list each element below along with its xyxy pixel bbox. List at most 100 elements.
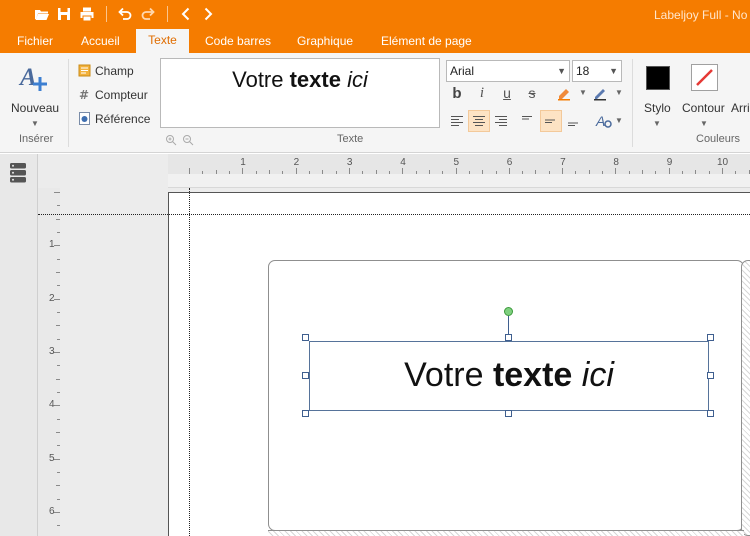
back-icon[interactable] — [176, 4, 196, 24]
rotation-handle[interactable] — [504, 307, 513, 316]
text-effects-dropdown-arrow[interactable]: ▼ — [615, 116, 623, 125]
ruler-label: 10 — [717, 157, 729, 168]
contour-dropdown-arrow[interactable]: ▼ — [700, 119, 708, 128]
text-normal: Votre — [404, 356, 493, 394]
vertical-guide-line[interactable] — [189, 188, 190, 536]
ruler-tick — [57, 285, 60, 287]
zoom-in-icon[interactable] — [165, 134, 177, 146]
group-separator — [632, 59, 633, 147]
stylo-dropdown-arrow[interactable]: ▼ — [653, 119, 661, 128]
ruler-tick — [57, 365, 60, 367]
ruler-tick — [57, 525, 60, 527]
nouveau-dropdown-arrow[interactable]: ▼ — [31, 119, 39, 128]
resize-handle-bottom-left[interactable] — [302, 410, 309, 417]
strikethrough-icon[interactable]: s — [521, 82, 543, 104]
arriere-plan-label[interactable]: Arri — [731, 101, 750, 115]
ruler-tick — [57, 205, 60, 207]
ruler-tick — [57, 471, 60, 473]
resize-handle-bottom[interactable] — [505, 410, 512, 417]
ruler-tick — [57, 445, 60, 447]
chevron-down-icon: ▼ — [557, 66, 566, 76]
preview-italic-text: ici — [347, 67, 368, 92]
ruler-label: 2 — [293, 157, 300, 168]
champ-button[interactable]: Champ — [95, 64, 134, 78]
resize-handle-top[interactable] — [505, 334, 512, 341]
ruler-label: 4 — [400, 157, 406, 168]
font-name-value: Arial — [450, 64, 475, 78]
resize-handle-left[interactable] — [302, 372, 309, 379]
text-preview: Votre texte ici — [160, 58, 440, 128]
ruler-label: 2 — [49, 292, 55, 304]
resize-handle-right[interactable] — [707, 372, 714, 379]
italic-icon[interactable]: i — [471, 82, 493, 104]
font-color-icon[interactable] — [589, 82, 611, 104]
valign-top-icon[interactable] — [517, 110, 539, 132]
svg-text:A: A — [18, 64, 37, 91]
text-italic: ici — [581, 356, 614, 394]
resize-handle-bottom-right[interactable] — [707, 410, 714, 417]
align-right-icon[interactable] — [490, 110, 512, 132]
group-label-inserer: Insérer — [19, 133, 54, 145]
align-left-icon[interactable] — [446, 110, 468, 132]
ruler-tick — [56, 431, 60, 433]
valign-middle-icon[interactable] — [540, 110, 562, 132]
forward-icon[interactable] — [198, 4, 218, 24]
group-label-texte: Texte — [337, 133, 364, 145]
font-name-select[interactable]: Arial ▼ — [446, 60, 570, 82]
contour-label[interactable]: Contour — [682, 101, 725, 115]
nouveau-label[interactable]: Nouveau — [11, 101, 59, 115]
ruler-label: 7 — [560, 157, 566, 168]
open-folder-icon[interactable] — [32, 4, 52, 24]
print-icon[interactable] — [77, 4, 97, 24]
tab-texte[interactable]: Texte — [136, 29, 189, 53]
ribbon-panel: A Nouveau ▼ Insérer Champ # Compteur Réf… — [0, 53, 750, 153]
field-icon[interactable] — [78, 64, 91, 77]
side-panel — [0, 154, 38, 536]
horizontal-guide-line[interactable] — [38, 214, 750, 215]
highlight-dropdown-arrow[interactable]: ▼ — [579, 88, 587, 97]
reference-icon[interactable] — [78, 112, 91, 125]
ruler-tick — [57, 232, 60, 233]
ruler-label: 4 — [49, 399, 55, 411]
highlight-icon[interactable] — [553, 82, 575, 104]
svg-text:#: # — [79, 88, 89, 101]
valign-bottom-icon[interactable] — [563, 110, 585, 132]
horizontal-ruler: 1 2 3 4 5 6 7 8 9 10 — [168, 154, 750, 174]
resize-handle-top-left[interactable] — [302, 334, 309, 341]
tab-fichier[interactable]: Fichier — [17, 30, 53, 53]
text-object[interactable]: Votre texte ici — [309, 341, 709, 411]
text-object-content: Votre texte ici — [310, 356, 708, 395]
stylo-label[interactable]: Stylo — [644, 101, 671, 115]
compteur-button[interactable]: Compteur — [95, 88, 148, 102]
bold-icon[interactable]: b — [446, 82, 468, 104]
stylo-color-swatch[interactable] — [646, 66, 670, 90]
contour-color-swatch[interactable] — [691, 64, 718, 91]
ruler-tick — [57, 338, 60, 340]
reference-button[interactable]: Référence — [95, 112, 150, 126]
chevron-down-icon: ▼ — [609, 66, 618, 76]
tab-element-de-page[interactable]: Elément de page — [381, 30, 472, 53]
ruler-label: 1 — [240, 157, 246, 168]
undo-icon[interactable] — [115, 4, 135, 24]
ruler-label: 9 — [666, 157, 673, 168]
title-bar: Labeljoy Full - No — [0, 0, 750, 30]
text-effects-icon[interactable]: A — [593, 110, 615, 132]
zoom-out-icon[interactable] — [182, 134, 194, 146]
ruler-tick — [56, 378, 60, 380]
tab-code-barres[interactable]: Code barres — [205, 30, 271, 53]
ribbon-tabs: Fichier Accueil Texte Code barres Graphi… — [0, 29, 750, 53]
tab-graphique[interactable]: Graphique — [297, 30, 353, 53]
layers-icon[interactable] — [9, 162, 27, 184]
save-icon[interactable] — [54, 4, 74, 24]
underline-icon[interactable]: u — [496, 82, 518, 104]
font-size-select[interactable]: 18 ▼ — [572, 60, 622, 82]
next-label-area — [741, 260, 750, 536]
counter-icon[interactable]: # — [78, 88, 91, 101]
align-center-icon[interactable] — [468, 110, 490, 132]
ruler-label: 5 — [49, 452, 55, 464]
redo-icon[interactable] — [138, 4, 158, 24]
new-text-icon[interactable]: A — [18, 61, 52, 95]
font-color-dropdown-arrow[interactable]: ▼ — [615, 88, 623, 97]
tab-accueil[interactable]: Accueil — [81, 30, 120, 53]
resize-handle-top-right[interactable] — [707, 334, 714, 341]
